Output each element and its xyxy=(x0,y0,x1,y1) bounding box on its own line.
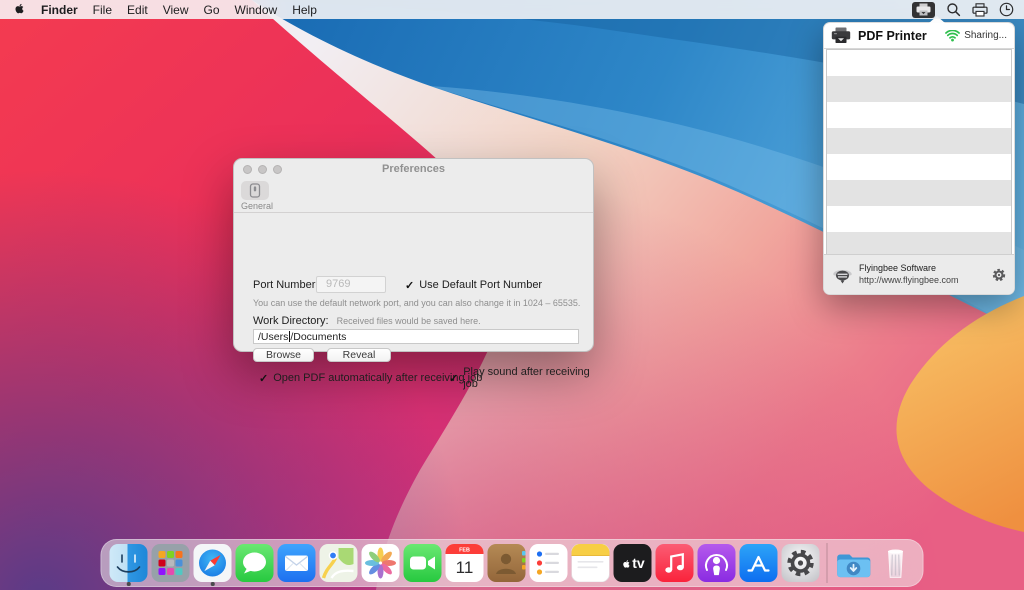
dock-item-tv[interactable]: tv xyxy=(612,539,654,587)
calendar-day: 11 xyxy=(456,558,474,577)
wifi-sharing-icon xyxy=(945,30,960,42)
play-sound-label: Play sound after receiving job xyxy=(463,366,593,390)
toolbar-item-general[interactable]: General xyxy=(241,181,269,211)
running-indicator xyxy=(211,582,215,586)
job-row xyxy=(827,232,1011,256)
clock-icon[interactable] xyxy=(999,2,1014,17)
window-content: Port Number: 9769 ✓ Use Default Port Num… xyxy=(234,213,593,351)
dock-item-podcasts[interactable] xyxy=(696,539,738,587)
dock-separator xyxy=(827,543,828,583)
spotlight-search-icon[interactable] xyxy=(946,2,961,17)
popover-footer: Flyingbee Software http://www.flyingbee.… xyxy=(824,254,1014,294)
print-job-list[interactable] xyxy=(826,49,1012,256)
pdf-printer-menu-icon[interactable] xyxy=(912,2,935,18)
settings-gear-icon[interactable] xyxy=(992,268,1006,282)
work-directory-label: Work Directory: xyxy=(253,315,329,327)
dock-item-trash[interactable] xyxy=(875,539,917,587)
general-switches-icon xyxy=(249,183,261,198)
desktop: Finder File Edit View Go Window Help xyxy=(0,0,1024,590)
tv-logo: tv xyxy=(612,539,654,587)
dock-item-system-preferences[interactable] xyxy=(780,539,822,587)
window-title: Preferences xyxy=(234,163,593,175)
dock-item-music[interactable] xyxy=(654,539,696,587)
company-url[interactable]: http://www.flyingbee.com xyxy=(859,275,959,286)
job-row xyxy=(827,50,1011,76)
dock-item-safari[interactable] xyxy=(192,539,234,587)
dock-item-facetime[interactable] xyxy=(402,539,444,587)
dock-item-calendar[interactable]: FEB 11 xyxy=(444,539,486,587)
flyingbee-logo xyxy=(832,265,853,285)
company-name: Flyingbee Software xyxy=(859,263,959,274)
job-row xyxy=(827,76,1011,102)
job-row xyxy=(827,206,1011,232)
play-sound-checkbox[interactable]: ✓ Play sound after receiving job xyxy=(449,371,593,385)
menu-bar: Finder File Edit View Go Window Help xyxy=(0,0,1024,19)
dock-item-mail[interactable] xyxy=(276,539,318,587)
checkmark-icon: ✓ xyxy=(405,279,414,292)
browse-button[interactable]: Browse xyxy=(253,348,314,362)
popover-title: PDF Printer xyxy=(858,29,927,43)
job-row xyxy=(827,128,1011,154)
menu-item-edit[interactable]: Edit xyxy=(127,3,148,17)
dock-item-downloads[interactable] xyxy=(833,539,875,587)
job-row xyxy=(827,180,1011,206)
calendar-month: FEB xyxy=(459,548,470,554)
work-directory-hint: Received files would be saved here. xyxy=(337,316,481,326)
printer-icon[interactable] xyxy=(972,2,988,17)
menu-item-file[interactable]: File xyxy=(93,3,112,17)
use-default-port-label: Use Default Port Number xyxy=(419,279,542,291)
reveal-button[interactable]: Reveal xyxy=(327,348,391,362)
menu-item-view[interactable]: View xyxy=(163,3,189,17)
work-directory-input[interactable]: /Users/Documents xyxy=(253,329,579,344)
path-text-before-caret: /Users xyxy=(258,331,288,343)
port-number-field[interactable]: 9769 xyxy=(316,276,386,293)
path-text-after-caret: /Documents xyxy=(290,331,346,343)
window-toolbar: General xyxy=(234,179,593,213)
dock: FEB 11 xyxy=(101,539,924,587)
preferences-window: Preferences General Port Number: 9769 ✓ … xyxy=(233,158,594,352)
running-indicator xyxy=(127,582,131,586)
checkmark-icon: ✓ xyxy=(449,372,458,385)
job-row xyxy=(827,102,1011,128)
toolbar-item-label: General xyxy=(241,201,269,211)
apple-menu-icon[interactable] xyxy=(12,0,26,19)
port-hint-text: You can use the default network port, an… xyxy=(253,298,580,308)
dock-item-photos[interactable] xyxy=(360,539,402,587)
job-row xyxy=(827,154,1011,180)
dock-item-maps[interactable] xyxy=(318,539,360,587)
menu-item-help[interactable]: Help xyxy=(292,3,317,17)
dock-item-messages[interactable] xyxy=(234,539,276,587)
use-default-port-checkbox[interactable]: ✓ Use Default Port Number xyxy=(405,277,542,293)
checkmark-icon: ✓ xyxy=(259,372,268,385)
port-number-label: Port Number: xyxy=(253,279,318,291)
printer-icon xyxy=(831,27,851,44)
menu-item-go[interactable]: Go xyxy=(204,3,220,17)
popover-header: PDF Printer Sharing... xyxy=(824,23,1014,49)
dock-item-notes[interactable] xyxy=(570,539,612,587)
dock-item-app-store[interactable] xyxy=(738,539,780,587)
pdf-printer-popover: PDF Printer Sharing... xyxy=(823,22,1015,295)
sharing-status: Sharing... xyxy=(964,30,1007,41)
dock-item-reminders[interactable] xyxy=(528,539,570,587)
window-titlebar[interactable]: Preferences xyxy=(234,159,593,179)
dock-item-contacts[interactable] xyxy=(486,539,528,587)
dock-item-finder[interactable] xyxy=(108,539,150,587)
menu-item-window[interactable]: Window xyxy=(235,3,278,17)
dock-item-launchpad[interactable] xyxy=(150,539,192,587)
menu-item-finder[interactable]: Finder xyxy=(41,3,78,17)
